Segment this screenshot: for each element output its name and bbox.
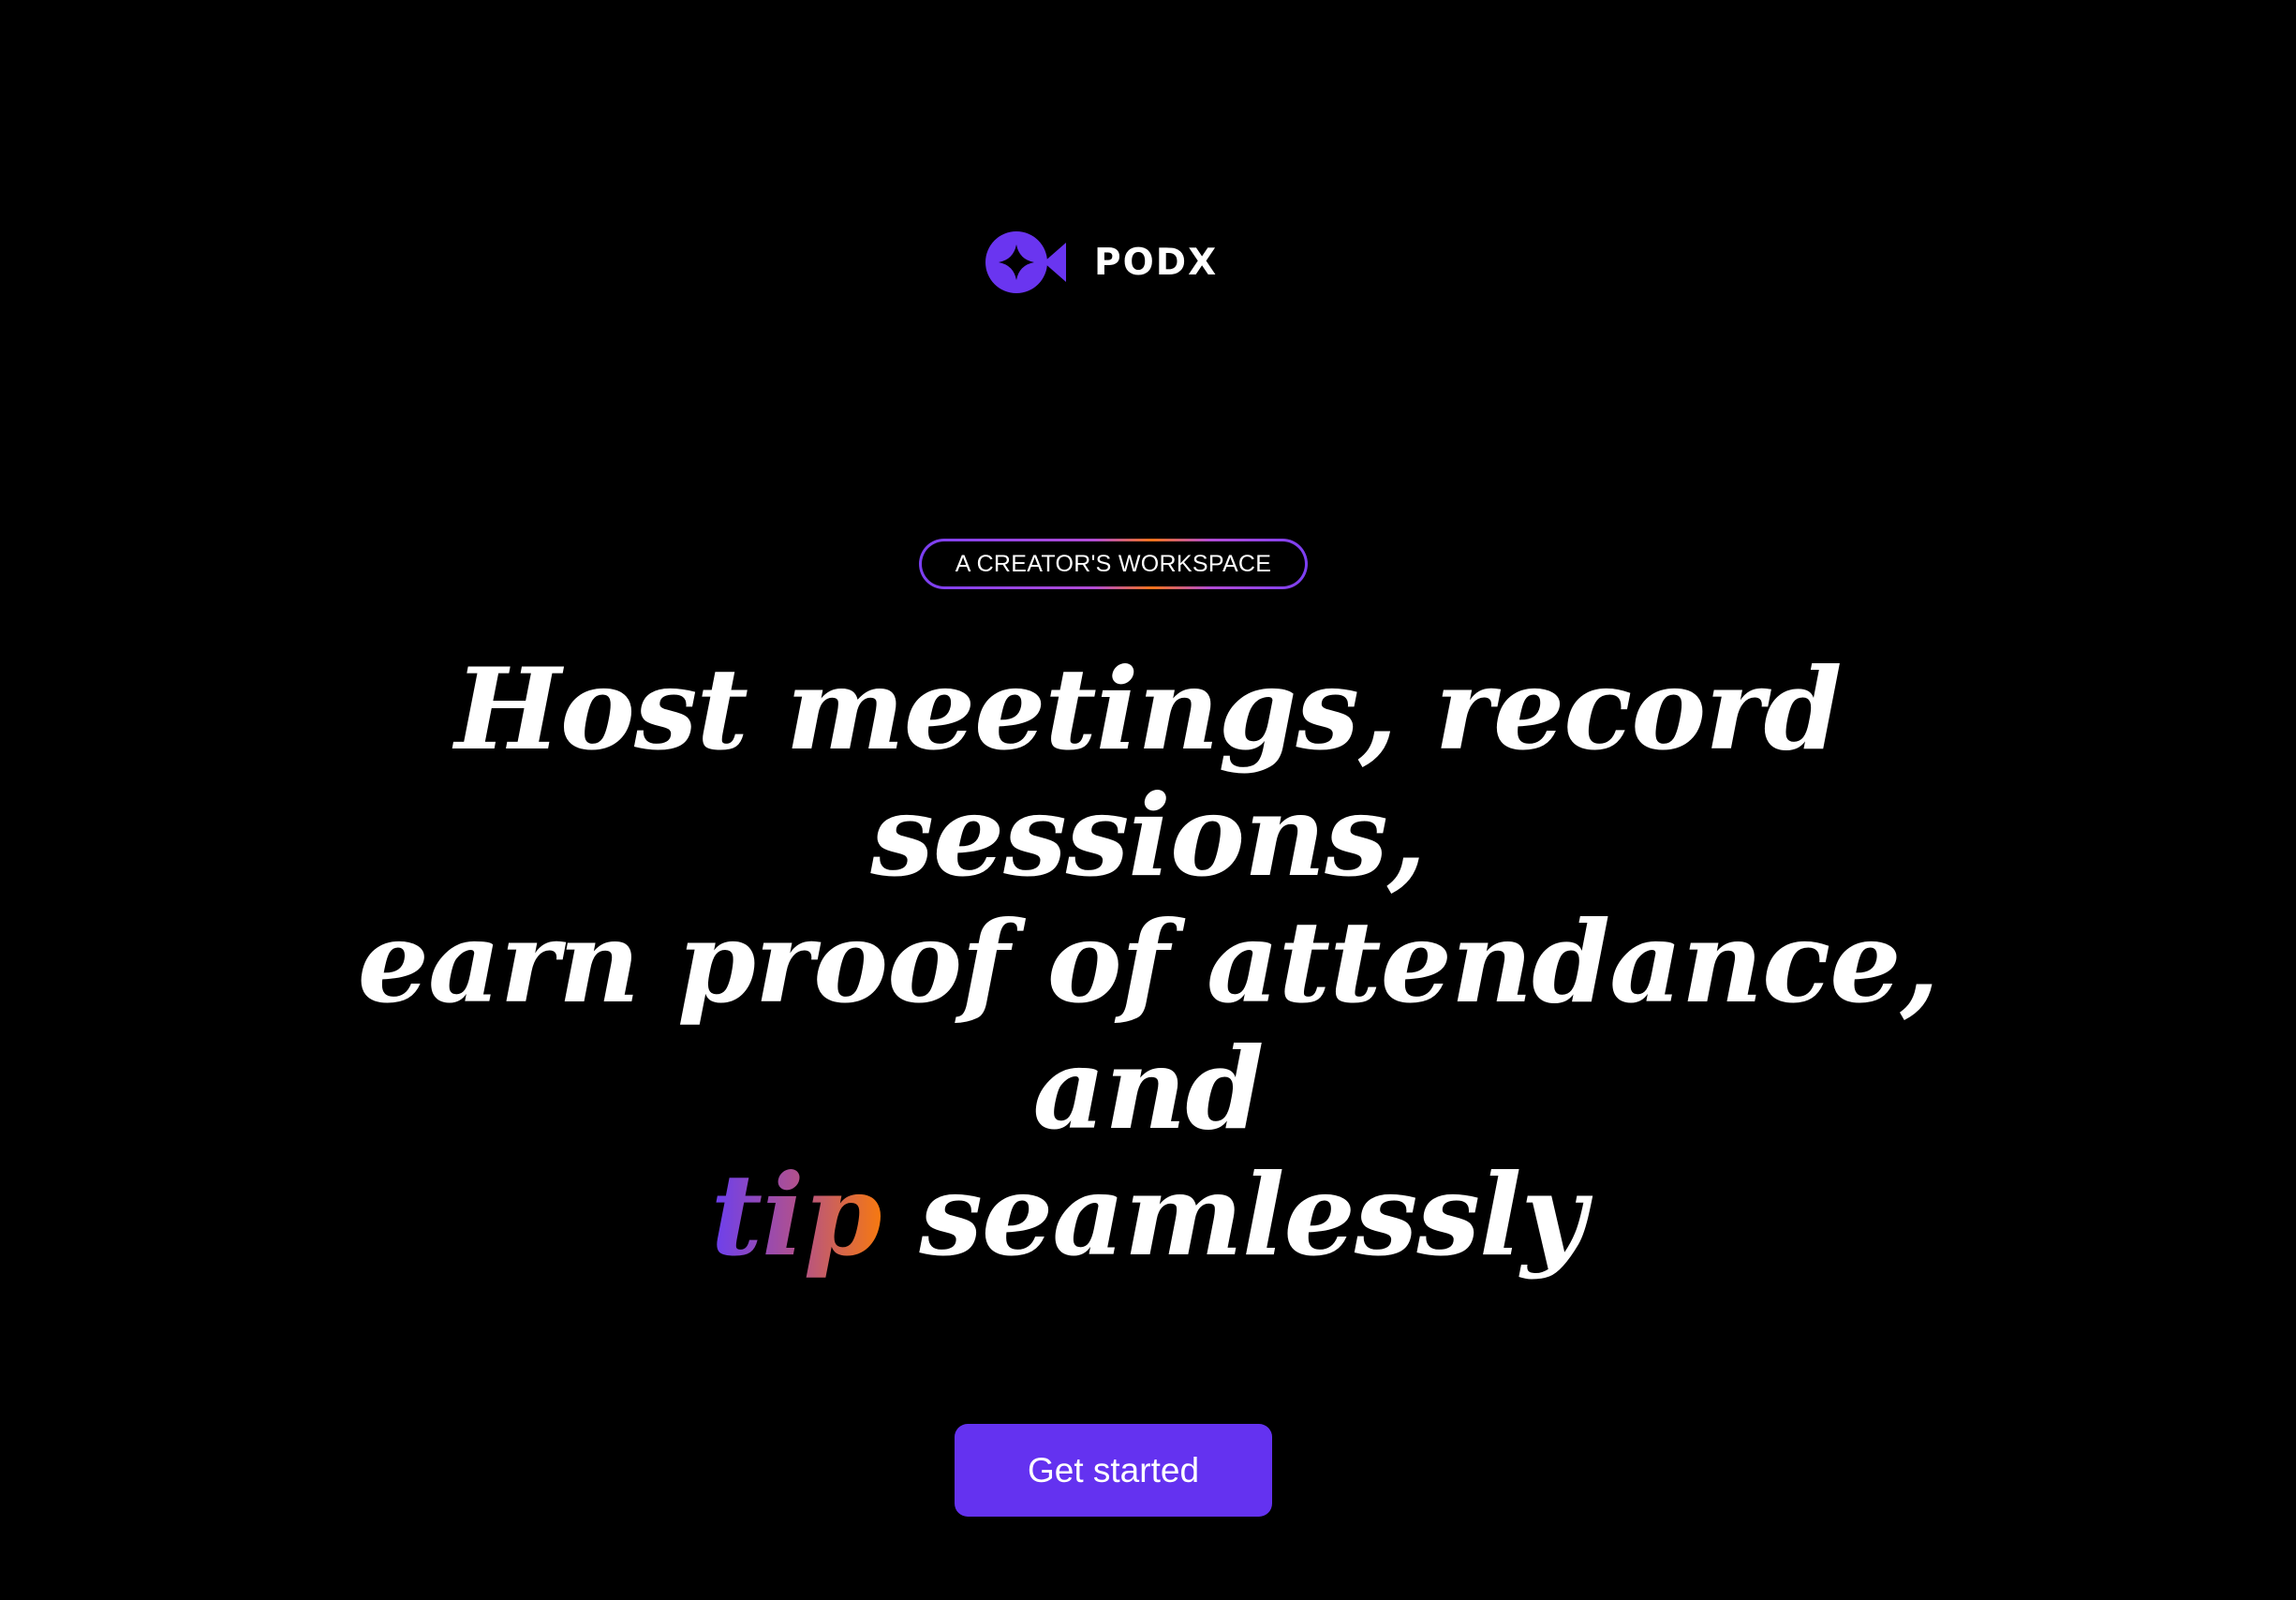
landing-page: PODX A CREATOR'S WORKSPACE Host meetings… [0, 0, 2296, 1600]
brand-logo[interactable]: PODX [985, 230, 1218, 295]
headline-line-5-rest: seamlessly [881, 1149, 1586, 1281]
headline-line-4: and [1032, 1023, 1265, 1155]
brand-name: PODX [1094, 241, 1219, 284]
workspace-tag: A CREATOR'S WORKSPACE [919, 539, 1308, 589]
hero-headline: Host meetings, record sessions, earn pro… [0, 646, 2296, 1279]
get-started-button[interactable]: Get started [955, 1424, 1272, 1517]
video-camera-icon [985, 231, 1066, 293]
headline-line-5: tip seamlessly [0, 1152, 2296, 1279]
headline-line-2: sessions, [870, 770, 1426, 902]
workspace-tag-label: A CREATOR'S WORKSPACE [922, 541, 1305, 586]
headline-line-1: Host meetings, record [454, 644, 1843, 776]
headline-line-3: earn proof of attendance, [357, 896, 1940, 1029]
headline-accent-word: tip [710, 1149, 882, 1281]
